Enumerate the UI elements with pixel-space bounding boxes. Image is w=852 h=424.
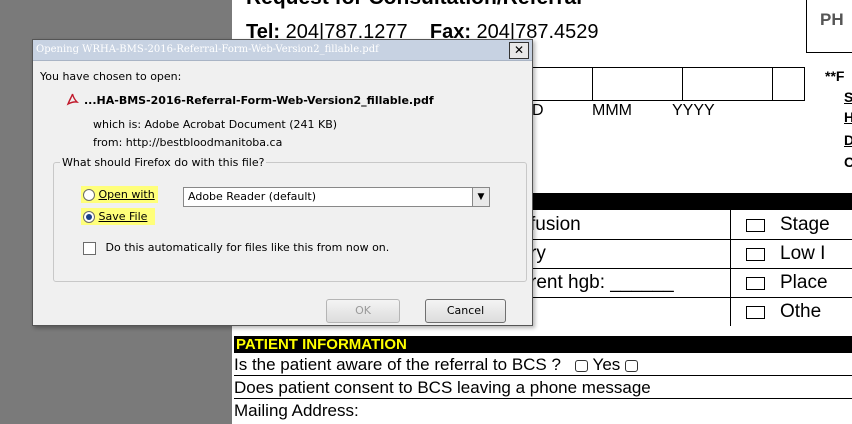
- reason-row-right: Othe: [780, 301, 822, 322]
- no-checkbox[interactable]: [625, 359, 639, 372]
- file-type: which is: Adobe Acrobat Document (241 KB…: [93, 118, 338, 131]
- right-note-letter: C: [844, 154, 852, 170]
- open-with-option[interactable]: Open with: [81, 186, 158, 203]
- open-with-value: Adobe Reader (default): [188, 190, 317, 203]
- right-note-prefix: **F: [825, 68, 845, 84]
- auto-label: Do this automatically for files like thi…: [105, 241, 390, 254]
- reason-row-right: Place: [780, 272, 828, 293]
- date-cell: [682, 68, 773, 100]
- intro-text: You have chosen to open:: [40, 70, 182, 83]
- yes-checkbox[interactable]: [575, 359, 589, 372]
- save-file-option[interactable]: Save File: [81, 208, 156, 225]
- auto-option[interactable]: Do this automatically for files like thi…: [83, 241, 389, 255]
- right-note-letter: S: [844, 89, 852, 105]
- date-cell: [592, 68, 683, 100]
- open-with-label: Open with: [98, 188, 155, 201]
- right-note-letter: D: [844, 132, 852, 148]
- download-dialog: Opening WRHA-BMS-2016-Referral-Form-Web-…: [32, 39, 533, 326]
- close-icon: ✕: [513, 43, 525, 57]
- reason-row-left: rent hgb: ______: [530, 272, 674, 293]
- yes-label: Yes: [592, 355, 621, 374]
- reason-row-right: Stage: [780, 214, 830, 235]
- table-divider: [530, 268, 852, 269]
- open-with-radio[interactable]: [83, 189, 95, 201]
- mailing-address-label: Mailing Address:: [234, 401, 359, 420]
- action-question: What should Firefox do with this file?: [60, 156, 267, 169]
- date-label-d: D: [532, 102, 544, 119]
- cancel-button[interactable]: Cancel: [425, 299, 506, 323]
- auto-checkbox[interactable]: [83, 241, 96, 255]
- patient-info-header: PATIENT INFORMATION: [234, 336, 852, 353]
- ok-button[interactable]: OK: [326, 299, 400, 323]
- table-divider: [530, 297, 852, 298]
- aware-question: Is the patient aware of the referral to …: [234, 355, 561, 374]
- open-with-select[interactable]: Adobe Reader (default) ▼: [183, 187, 490, 207]
- file-source: from: http://bestbloodmanitoba.ca: [93, 136, 283, 149]
- file-name: ...HA-BMS-2016-Referral-Form-Web-Version…: [84, 94, 434, 107]
- save-file-radio[interactable]: [83, 211, 95, 223]
- date-label-mmm: MMM: [592, 102, 632, 119]
- reason-table: fusion ry rent hgb: ______ Stage Low I P…: [530, 210, 852, 326]
- date-label-yyyy: YYYY: [672, 102, 715, 119]
- reason-row-left: fusion: [530, 214, 581, 235]
- reason-checkbox[interactable]: [746, 277, 765, 290]
- ph-label: PH: [820, 10, 844, 29]
- close-button[interactable]: ✕: [509, 42, 529, 59]
- date-cell: [532, 68, 593, 100]
- pdf-icon: [66, 93, 80, 106]
- right-note-letter: H: [844, 109, 852, 125]
- reason-checkbox[interactable]: [746, 306, 765, 319]
- consent-question: Does patient consent to BCS leaving a ph…: [234, 378, 651, 397]
- reason-checkbox[interactable]: [746, 219, 765, 232]
- chevron-down-icon[interactable]: ▼: [472, 188, 489, 206]
- patient-line: Does patient consent to BCS leaving a ph…: [234, 378, 852, 399]
- dialog-title: Opening WRHA-BMS-2016-Referral-Form-Web-…: [36, 44, 379, 55]
- date-box-grid: [532, 67, 805, 101]
- reason-row-right: Low I: [780, 243, 826, 264]
- section-header-bar: [530, 193, 852, 210]
- save-file-label: Save File: [98, 210, 148, 223]
- doc-header-partial: Request for Consultation/Referral: [246, 0, 582, 10]
- patient-line: Is the patient aware of the referral to …: [234, 355, 852, 376]
- table-divider: [530, 239, 852, 240]
- patient-line: Mailing Address:: [234, 401, 852, 423]
- dialog-titlebar[interactable]: Opening WRHA-BMS-2016-Referral-Form-Web-…: [33, 40, 532, 61]
- ph-box: PH: [806, 0, 852, 53]
- reason-checkbox[interactable]: [746, 248, 765, 261]
